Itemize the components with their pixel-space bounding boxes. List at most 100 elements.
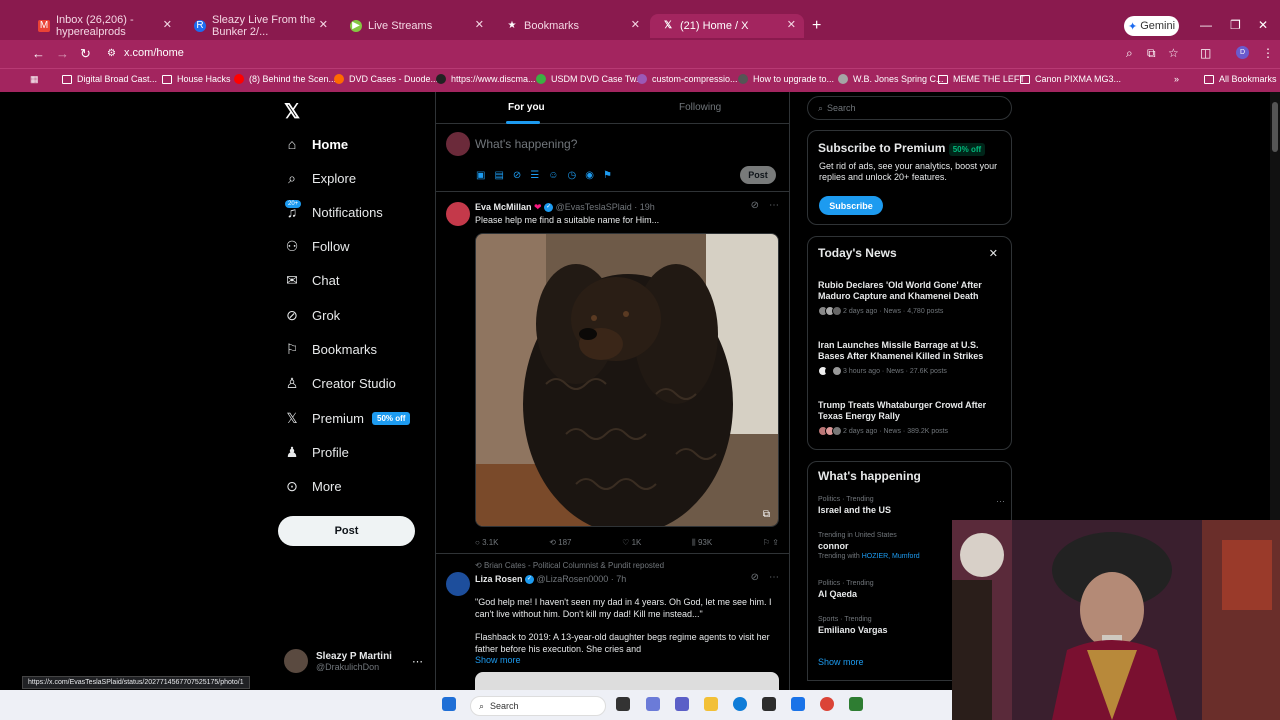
store-icon[interactable]	[762, 697, 776, 711]
x-logo[interactable]: 𝕏	[284, 99, 300, 124]
site-info-icon[interactable]: ⚙	[107, 48, 116, 59]
minimize-icon[interactable]: —	[1200, 18, 1212, 32]
more-bookmarks-icon[interactable]: »	[1174, 74, 1179, 84]
compose-input[interactable]: What's happening?	[475, 137, 577, 151]
tweet-handle[interactable]: @LizaRosen0000 · 7h	[537, 574, 627, 584]
bookmark-item[interactable]: W.B. Jones Spring C...	[838, 74, 944, 84]
teams-icon[interactable]	[675, 697, 689, 711]
nav-more[interactable]: ⊙ More	[284, 474, 342, 498]
tweet[interactable]: ⟲ Brian Cates - Political Columnist & Pu…	[436, 554, 789, 690]
tweet-author[interactable]: Liza Rosen	[475, 574, 523, 584]
tab-gmail[interactable]: M Inbox (26,206) - hyperealprods ✕	[26, 14, 180, 38]
tab-following[interactable]: Following	[679, 102, 721, 113]
bookmark-item[interactable]: custom-compressio...	[637, 74, 738, 84]
gif-icon[interactable]: ▤	[494, 170, 503, 181]
nav-chat[interactable]: ✉ Chat	[284, 268, 339, 292]
tweet-more-icon[interactable]: ⊘ ⋯	[751, 200, 779, 211]
news-item[interactable]: Iran Launches Missile Barrage at U.S. Ba…	[818, 340, 1006, 376]
bookmark-item[interactable]: Digital Broad Cast...	[62, 74, 157, 84]
like-button[interactable]: ♡ 1K	[622, 538, 641, 548]
media-info-icon[interactable]: ⧉	[763, 509, 770, 520]
tweet[interactable]: Eva McMillan ❤ ✓ @EvasTeslaSPlaid · 19h …	[436, 192, 789, 554]
nav-profile[interactable]: ♟ Profile	[284, 440, 349, 464]
all-bookmarks[interactable]: All Bookmarks	[1204, 74, 1277, 84]
bookmark-item[interactable]: How to upgrade to...	[738, 74, 834, 84]
trend-item[interactable]: Politics · Trending Israel and the US	[818, 496, 1006, 515]
edge-icon[interactable]	[733, 697, 747, 711]
bookmark-item[interactable]: DVD Cases - Duode...	[334, 74, 438, 84]
mail-app-icon[interactable]	[791, 697, 805, 711]
emoji-icon[interactable]: ☺	[548, 170, 558, 181]
sidepanel-icon[interactable]: ◫	[1200, 46, 1211, 60]
tweet-photo[interactable]: ⧉	[475, 233, 779, 527]
news-item[interactable]: Trump Treats Whataburger Crowd After Tex…	[818, 400, 1006, 436]
bookmark-star-icon[interactable]: ☆	[1168, 46, 1179, 60]
app-icon[interactable]	[849, 697, 863, 711]
scrollbar-thumb[interactable]	[1272, 102, 1278, 152]
nav-explore[interactable]: ⌕ Explore	[284, 166, 356, 190]
close-window-icon[interactable]: ✕	[1258, 18, 1268, 32]
tweet-more-icon[interactable]: ⊘ ⋯	[751, 572, 779, 583]
grok-icon[interactable]: ⊘	[513, 170, 521, 181]
forward-icon[interactable]: →	[56, 46, 69, 61]
repost-button[interactable]: ⟲ 187	[549, 538, 571, 548]
profile-avatar-icon[interactable]: D	[1236, 46, 1249, 59]
file-explorer-icon[interactable]	[704, 697, 718, 711]
windows-start-icon[interactable]	[442, 697, 456, 711]
image-icon[interactable]: ▣	[476, 170, 485, 181]
nav-follow[interactable]: ⚇ Follow	[284, 234, 350, 258]
chrome-icon[interactable]	[820, 697, 834, 711]
tab-x-home[interactable]: 𝕏 (21) Home / X ✕	[650, 14, 804, 38]
back-icon[interactable]: ←	[32, 46, 45, 61]
grok-icon[interactable]: ⊘	[751, 200, 759, 211]
tweet-author[interactable]: Eva McMillan	[475, 202, 532, 212]
trend-with-names[interactable]: HOZIER, Mumford	[862, 553, 920, 560]
nav-grok[interactable]: ⊘ Grok	[284, 303, 340, 327]
grok-icon[interactable]: ⊘	[751, 572, 759, 583]
location-icon[interactable]: ◉	[585, 170, 594, 181]
tweet-media-preview[interactable]	[475, 672, 779, 690]
reload-icon[interactable]: ↻	[80, 46, 91, 62]
close-tab-icon[interactable]: ✕	[475, 18, 484, 31]
tab-bookmarks[interactable]: ★ Bookmarks ✕	[494, 14, 648, 38]
bookmark-item[interactable]: Canon PIXMA MG3...	[1020, 74, 1121, 84]
bookmark-item[interactable]: USDM DVD Case Tw...	[536, 74, 643, 84]
nav-home[interactable]: ⌂ Home	[284, 132, 348, 156]
tab-rumble[interactable]: R Sleazy Live From the Bunker 2/... ✕	[182, 14, 336, 38]
bookmark-item[interactable]: (8) Behind the Scen...	[234, 74, 336, 84]
compose-post-button[interactable]: Post	[740, 166, 776, 184]
subscribe-button[interactable]: Subscribe	[819, 196, 883, 215]
views-button[interactable]: ⫼ 93K	[692, 538, 712, 548]
close-icon[interactable]: ✕	[989, 247, 998, 260]
nav-premium[interactable]: 𝕏 Premium 50% off	[284, 406, 411, 430]
tweet-handle[interactable]: @EvasTeslaSPlaid · 19h	[556, 202, 655, 212]
tab-for-you[interactable]: For you	[508, 102, 545, 113]
apps-icon[interactable]: ▦	[30, 74, 39, 85]
close-tab-icon[interactable]: ✕	[631, 18, 640, 31]
bookmark-item[interactable]: https://www.discma...	[436, 74, 536, 84]
schedule-icon[interactable]: ◷	[567, 170, 576, 181]
new-tab-button[interactable]: +	[812, 17, 821, 35]
close-tab-icon[interactable]: ✕	[319, 18, 328, 31]
bookmark-item[interactable]: MEME THE LEFT	[938, 74, 1025, 84]
taskbar-search[interactable]: ⌕ Search	[470, 696, 606, 716]
maximize-icon[interactable]: ❐	[1230, 18, 1241, 32]
flag-icon[interactable]: ⚑	[603, 170, 612, 181]
close-tab-icon[interactable]: ✕	[163, 18, 172, 31]
account-more-icon[interactable]: ⋯	[412, 655, 423, 668]
post-button[interactable]: Post	[278, 516, 415, 546]
copilot-icon[interactable]	[646, 697, 660, 711]
news-item[interactable]: Rubio Declares 'Old World Gone' After Ma…	[818, 280, 1006, 316]
bookmark-item[interactable]: House Hacks	[162, 74, 231, 84]
account-switcher[interactable]: Sleazy P Martini @DrakulichDon	[284, 649, 392, 673]
reply-button[interactable]: ○ 3.1K	[475, 538, 499, 548]
gemini-button[interactable]: ✦ Gemini	[1124, 16, 1179, 36]
poll-icon[interactable]: ☰	[530, 170, 539, 181]
task-view-icon[interactable]	[616, 697, 630, 711]
trend-more-icon[interactable]: ⋯	[996, 496, 1005, 507]
menu-icon[interactable]: ⋮	[1262, 46, 1274, 60]
show-more-link[interactable]: Show more	[818, 657, 864, 667]
nav-creator-studio[interactable]: ♙ Creator Studio	[284, 371, 396, 395]
nav-bookmarks[interactable]: ⚐ Bookmarks	[284, 337, 377, 361]
tab-live-streams[interactable]: ▶ Live Streams ✕	[338, 14, 492, 38]
